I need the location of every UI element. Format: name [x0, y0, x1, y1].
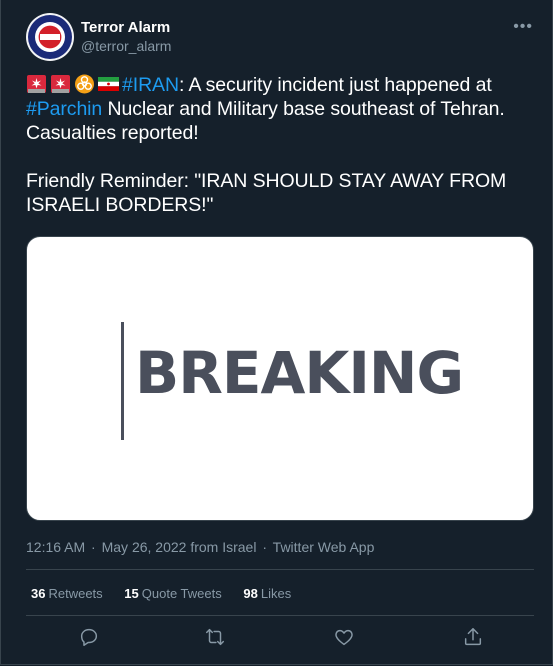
tweet-actions — [0, 626, 553, 650]
likes-count: 98 — [243, 586, 258, 601]
tweet-paragraph-1: #IRAN: A security incident just happened… — [26, 73, 536, 145]
meta-separator: · — [91, 539, 96, 555]
breaking-text: BREAKING — [135, 339, 464, 407]
terror-alarm-logo-icon — [28, 15, 72, 59]
tweet-media-image[interactable]: BREAKING — [26, 236, 534, 521]
quote-tweets-count: 15 — [124, 586, 139, 601]
hashtag-iran[interactable]: #IRAN — [122, 74, 179, 96]
tweet-date-location[interactable]: May 26, 2022 from Israel — [102, 539, 257, 555]
likes-label: Likes — [260, 586, 292, 601]
author-name[interactable]: Terror Alarm — [81, 19, 170, 36]
quote-tweets-stat[interactable]: 15 Quote Tweets — [124, 586, 221, 601]
reply-icon[interactable] — [78, 626, 102, 650]
divider — [26, 569, 534, 570]
police-light-icon — [51, 75, 70, 93]
tweet-text: #IRAN: A security incident just happened… — [26, 73, 536, 217]
breaking-divider-bar — [121, 322, 124, 440]
avatar[interactable] — [26, 13, 74, 61]
retweets-label: Retweets — [48, 586, 103, 601]
retweet-icon[interactable] — [204, 626, 228, 650]
tweet-text-part-1: : A security incident just happened at — [178, 74, 492, 96]
tweet-stats: 36 Retweets 15 Quote Tweets 98 Likes — [31, 586, 309, 601]
tweet-source: Twitter Web App — [272, 539, 375, 555]
quote-tweets-label: Quote Tweets — [141, 586, 222, 601]
retweets-stat[interactable]: 36 Retweets — [31, 586, 103, 601]
retweets-count: 36 — [31, 586, 46, 601]
share-icon[interactable] — [462, 626, 486, 650]
biohazard-icon — [75, 74, 94, 94]
tweet-paragraph-2: Friendly Reminder: "IRAN SHOULD STAY AWA… — [26, 170, 507, 216]
more-horizontal-icon[interactable]: ••• — [513, 18, 533, 36]
likes-stat[interactable]: 98 Likes — [243, 586, 291, 601]
police-light-icon — [27, 75, 46, 93]
meta-separator: · — [262, 539, 268, 555]
author-handle[interactable]: @terror_alarm — [81, 38, 171, 54]
divider — [26, 615, 534, 616]
tweet-time[interactable]: 12:16 AM — [26, 539, 85, 555]
hashtag-parchin[interactable]: #Parchin — [26, 98, 102, 120]
like-icon[interactable] — [333, 626, 357, 650]
iran-flag-icon — [98, 77, 119, 91]
tweet-metadata: 12:16 AM · May 26, 2022 from Israel · Tw… — [26, 539, 374, 555]
